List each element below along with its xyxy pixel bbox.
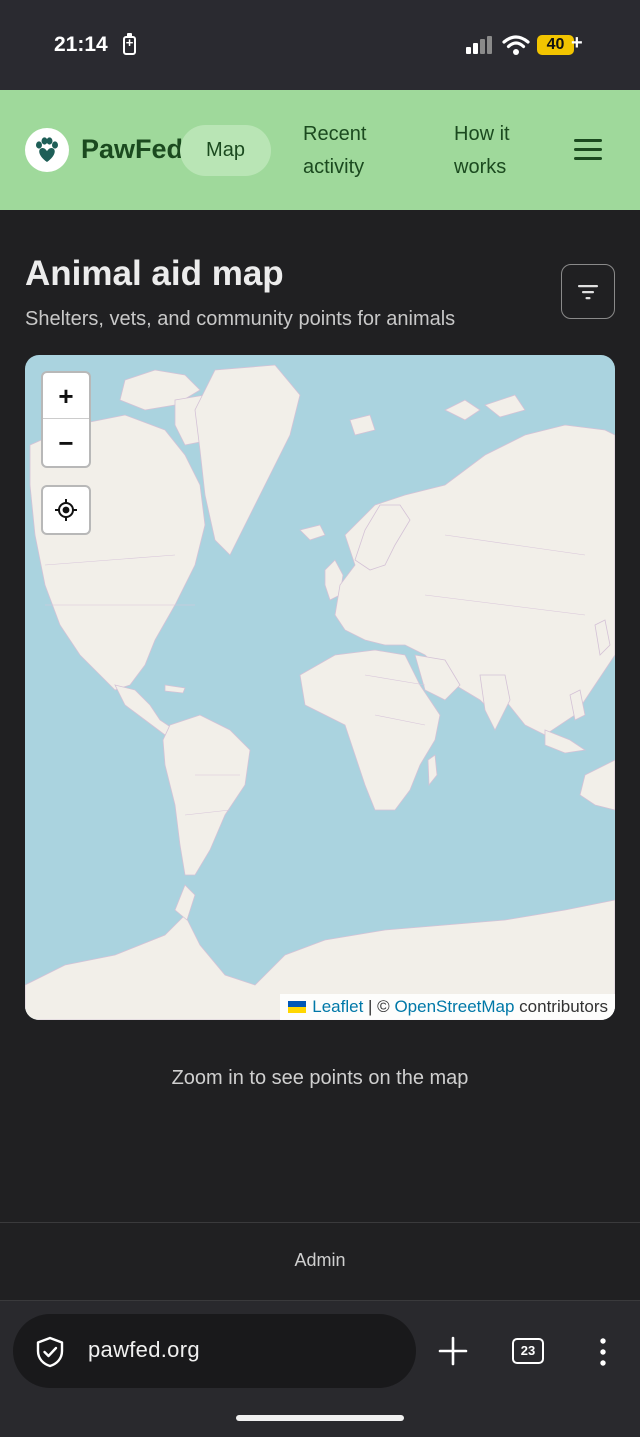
world-map[interactable]: + − Leaflet | © OpenStreetMap contributo… [25, 355, 615, 1020]
openstreetmap-link[interactable]: OpenStreetMap [394, 994, 514, 1020]
zoom-controls: + − [41, 371, 91, 468]
zoom-out-button[interactable]: − [43, 420, 89, 466]
page-title: Animal aid map [25, 254, 284, 293]
map-tiles[interactable] [25, 355, 615, 1020]
battery-charging-plus-icon: + [571, 32, 583, 54]
hamburger-icon[interactable] [571, 136, 605, 164]
land-greenland [194, 364, 301, 556]
filter-button[interactable] [561, 264, 615, 319]
paw-heart-icon[interactable] [25, 128, 69, 172]
cellular-signal-icon [466, 36, 494, 54]
attribution-separator: | © [363, 997, 395, 1016]
land-africa [299, 649, 441, 811]
shield-check-icon[interactable] [35, 1336, 65, 1368]
battery-indicator: 40 [537, 35, 574, 55]
filter-icon [578, 284, 598, 299]
map-attribution: Leaflet | © OpenStreetMap contributors [280, 994, 615, 1020]
top-navigation: PawFed Map Recent activity How it works [0, 90, 640, 210]
status-bar: 21:14 40 + [0, 0, 640, 90]
zoom-in-button[interactable]: + [43, 373, 89, 419]
admin-link[interactable]: Admin [0, 1250, 640, 1271]
land-australia [579, 759, 615, 811]
brand-name[interactable]: PawFed [81, 134, 183, 165]
nav-item-how-it-works[interactable]: How it works [454, 118, 544, 184]
url-text[interactable]: pawfed.org [88, 1337, 200, 1363]
nav-item-map[interactable]: Map [180, 125, 271, 176]
tab-count-button[interactable]: 23 [512, 1338, 544, 1364]
address-bar[interactable]: pawfed.org [13, 1314, 416, 1388]
leaflet-link[interactable]: Leaflet [312, 994, 363, 1020]
land-central-america [114, 684, 176, 736]
page-subtitle: Shelters, vets, and community points for… [25, 308, 456, 330]
wifi-icon [502, 35, 530, 55]
browser-toolbar: pawfed.org 23 [0, 1300, 640, 1437]
status-time: 21:14 [54, 33, 108, 56]
locate-button[interactable] [41, 485, 91, 535]
more-options-icon[interactable] [596, 1337, 610, 1367]
zoom-hint: Zoom in to see points on the map [171, 1067, 469, 1089]
nav-item-recent-activity[interactable]: Recent activity [303, 118, 413, 184]
attribution-suffix: contributors [514, 997, 608, 1016]
ukraine-flag-icon [288, 1001, 307, 1013]
land-south-america [162, 714, 251, 876]
home-indicator [236, 1415, 404, 1421]
locate-icon [55, 499, 77, 521]
charging-icon [123, 33, 136, 55]
footer-divider [0, 1222, 640, 1223]
new-tab-icon[interactable] [437, 1335, 469, 1367]
